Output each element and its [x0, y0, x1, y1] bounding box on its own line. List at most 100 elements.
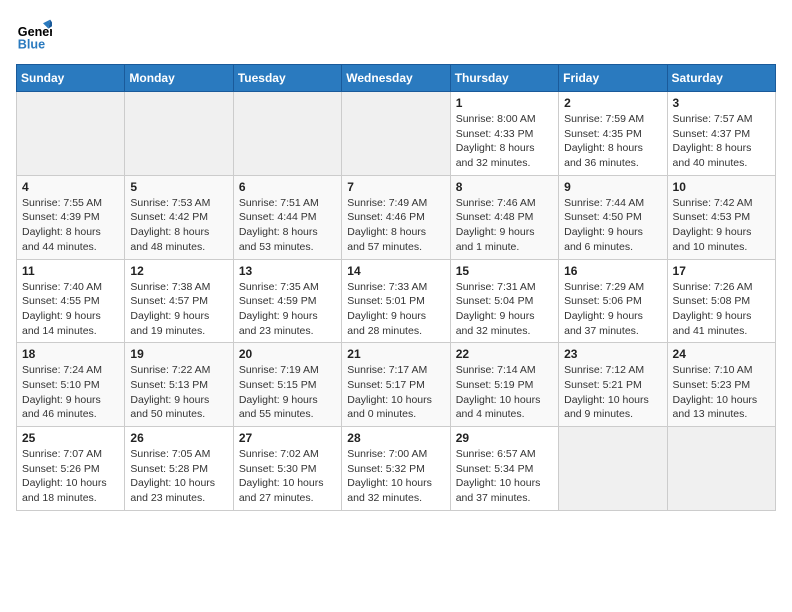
- day-number: 3: [673, 96, 770, 110]
- calendar-cell: 16 Sunrise: 7:29 AMSunset: 5:06 PMDayligh…: [559, 259, 667, 343]
- day-info: Sunrise: 7:00 AMSunset: 5:32 PMDaylight:…: [347, 447, 444, 506]
- day-number: 2: [564, 96, 661, 110]
- calendar-cell: 29 Sunrise: 6:57 AMSunset: 5:34 PMDayligh…: [450, 427, 558, 511]
- day-number: 1: [456, 96, 553, 110]
- calendar-cell: [342, 92, 450, 176]
- calendar-cell: 26 Sunrise: 7:05 AMSunset: 5:28 PMDayligh…: [125, 427, 233, 511]
- day-info: Sunrise: 7:33 AMSunset: 5:01 PMDaylight:…: [347, 280, 444, 339]
- calendar-cell: 11 Sunrise: 7:40 AMSunset: 4:55 PMDayligh…: [17, 259, 125, 343]
- day-info: Sunrise: 7:55 AMSunset: 4:39 PMDaylight:…: [22, 196, 119, 255]
- day-info: Sunrise: 7:26 AMSunset: 5:08 PMDaylight:…: [673, 280, 770, 339]
- weekday-header-wednesday: Wednesday: [342, 65, 450, 92]
- day-info: Sunrise: 7:57 AMSunset: 4:37 PMDaylight:…: [673, 112, 770, 171]
- logo: General Blue: [16, 16, 56, 52]
- day-number: 21: [347, 347, 444, 361]
- day-number: 22: [456, 347, 553, 361]
- day-number: 7: [347, 180, 444, 194]
- weekday-header-monday: Monday: [125, 65, 233, 92]
- day-info: Sunrise: 7:51 AMSunset: 4:44 PMDaylight:…: [239, 196, 336, 255]
- calendar-cell: 15Sunrise: 7:31 AMSunset: 5:04 PMDayligh…: [450, 259, 558, 343]
- day-info: Sunrise: 7:46 AMSunset: 4:48 PMDaylight:…: [456, 196, 553, 255]
- day-number: 23: [564, 347, 661, 361]
- calendar-week-5: 25 Sunrise: 7:07 AMSunset: 5:26 PMDayligh…: [17, 427, 776, 511]
- day-number: 25: [22, 431, 119, 445]
- day-info: Sunrise: 7:31 AMSunset: 5:04 PMDaylight:…: [456, 280, 553, 339]
- calendar-cell: 24 Sunrise: 7:10 AMSunset: 5:23 PMDayligh…: [667, 343, 775, 427]
- calendar-cell: 8 Sunrise: 7:46 AMSunset: 4:48 PMDaylight…: [450, 175, 558, 259]
- day-info: Sunrise: 7:19 AMSunset: 5:15 PMDaylight:…: [239, 363, 336, 422]
- calendar-cell: 21 Sunrise: 7:17 AMSunset: 5:17 PMDayligh…: [342, 343, 450, 427]
- day-info: Sunrise: 7:42 AMSunset: 4:53 PMDaylight:…: [673, 196, 770, 255]
- day-info: Sunrise: 7:05 AMSunset: 5:28 PMDaylight:…: [130, 447, 227, 506]
- day-number: 9: [564, 180, 661, 194]
- calendar-cell: 7 Sunrise: 7:49 AMSunset: 4:46 PMDaylight…: [342, 175, 450, 259]
- calendar-cell: 2 Sunrise: 7:59 AMSunset: 4:35 PMDaylight…: [559, 92, 667, 176]
- day-number: 24: [673, 347, 770, 361]
- weekday-header-thursday: Thursday: [450, 65, 558, 92]
- day-number: 18: [22, 347, 119, 361]
- day-number: 6: [239, 180, 336, 194]
- day-number: 11: [22, 264, 119, 278]
- calendar-cell: 19 Sunrise: 7:22 AMSunset: 5:13 PMDayligh…: [125, 343, 233, 427]
- day-number: 27: [239, 431, 336, 445]
- day-number: 12: [130, 264, 227, 278]
- day-info: Sunrise: 7:40 AMSunset: 4:55 PMDaylight:…: [22, 280, 119, 339]
- day-info: Sunrise: 7:22 AMSunset: 5:13 PMDaylight:…: [130, 363, 227, 422]
- day-info: Sunrise: 7:17 AMSunset: 5:17 PMDaylight:…: [347, 363, 444, 422]
- day-info: Sunrise: 7:38 AMSunset: 4:57 PMDaylight:…: [130, 280, 227, 339]
- day-number: 28: [347, 431, 444, 445]
- calendar-cell: [125, 92, 233, 176]
- calendar-cell: 5 Sunrise: 7:53 AMSunset: 4:42 PMDaylight…: [125, 175, 233, 259]
- calendar-cell: 6 Sunrise: 7:51 AMSunset: 4:44 PMDaylight…: [233, 175, 341, 259]
- day-info: Sunrise: 6:57 AMSunset: 5:34 PMDaylight:…: [456, 447, 553, 506]
- calendar-cell: 22 Sunrise: 7:14 AMSunset: 5:19 PMDayligh…: [450, 343, 558, 427]
- day-info: Sunrise: 7:29 AMSunset: 5:06 PMDaylight:…: [564, 280, 661, 339]
- day-number: 5: [130, 180, 227, 194]
- day-number: 26: [130, 431, 227, 445]
- svg-text:Blue: Blue: [18, 37, 45, 51]
- day-number: 29: [456, 431, 553, 445]
- calendar-cell: 1 Sunrise: 8:00 AMSunset: 4:33 PMDaylight…: [450, 92, 558, 176]
- calendar-cell: [559, 427, 667, 511]
- day-number: 14: [347, 264, 444, 278]
- calendar-week-3: 11 Sunrise: 7:40 AMSunset: 4:55 PMDayligh…: [17, 259, 776, 343]
- calendar-cell: 23 Sunrise: 7:12 AMSunset: 5:21 PMDayligh…: [559, 343, 667, 427]
- logo-icon: General Blue: [16, 16, 52, 52]
- day-info: Sunrise: 7:12 AMSunset: 5:21 PMDaylight:…: [564, 363, 661, 422]
- day-info: Sunrise: 7:35 AMSunset: 4:59 PMDaylight:…: [239, 280, 336, 339]
- day-number: 19: [130, 347, 227, 361]
- weekday-header-saturday: Saturday: [667, 65, 775, 92]
- day-number: 16: [564, 264, 661, 278]
- calendar-cell: 12 Sunrise: 7:38 AMSunset: 4:57 PMDayligh…: [125, 259, 233, 343]
- calendar-week-4: 18Sunrise: 7:24 AMSunset: 5:10 PMDayligh…: [17, 343, 776, 427]
- day-info: Sunrise: 7:14 AMSunset: 5:19 PMDaylight:…: [456, 363, 553, 422]
- weekday-header-tuesday: Tuesday: [233, 65, 341, 92]
- day-number: 10: [673, 180, 770, 194]
- calendar-week-1: 1 Sunrise: 8:00 AMSunset: 4:33 PMDaylight…: [17, 92, 776, 176]
- calendar-cell: 10 Sunrise: 7:42 AMSunset: 4:53 PMDayligh…: [667, 175, 775, 259]
- day-info: Sunrise: 7:53 AMSunset: 4:42 PMDaylight:…: [130, 196, 227, 255]
- day-info: Sunrise: 7:10 AMSunset: 5:23 PMDaylight:…: [673, 363, 770, 422]
- calendar-cell: 14 Sunrise: 7:33 AMSunset: 5:01 PMDayligh…: [342, 259, 450, 343]
- calendar-cell: 9 Sunrise: 7:44 AMSunset: 4:50 PMDaylight…: [559, 175, 667, 259]
- calendar-cell: 20Sunrise: 7:19 AMSunset: 5:15 PMDayligh…: [233, 343, 341, 427]
- calendar-cell: [667, 427, 775, 511]
- day-info: Sunrise: 7:07 AMSunset: 5:26 PMDaylight:…: [22, 447, 119, 506]
- calendar-cell: 17 Sunrise: 7:26 AMSunset: 5:08 PMDayligh…: [667, 259, 775, 343]
- calendar-week-2: 4 Sunrise: 7:55 AMSunset: 4:39 PMDaylight…: [17, 175, 776, 259]
- day-number: 4: [22, 180, 119, 194]
- calendar-table: SundayMondayTuesdayWednesdayThursdayFrid…: [16, 64, 776, 511]
- calendar-cell: 3 Sunrise: 7:57 AMSunset: 4:37 PMDaylight…: [667, 92, 775, 176]
- day-info: Sunrise: 7:49 AMSunset: 4:46 PMDaylight:…: [347, 196, 444, 255]
- day-info: Sunrise: 7:44 AMSunset: 4:50 PMDaylight:…: [564, 196, 661, 255]
- day-number: 17: [673, 264, 770, 278]
- calendar-cell: 25 Sunrise: 7:07 AMSunset: 5:26 PMDayligh…: [17, 427, 125, 511]
- day-number: 8: [456, 180, 553, 194]
- day-info: Sunrise: 7:59 AMSunset: 4:35 PMDaylight:…: [564, 112, 661, 171]
- calendar-cell: 4 Sunrise: 7:55 AMSunset: 4:39 PMDaylight…: [17, 175, 125, 259]
- calendar-cell: 13Sunrise: 7:35 AMSunset: 4:59 PMDayligh…: [233, 259, 341, 343]
- weekday-header-row: SundayMondayTuesdayWednesdayThursdayFrid…: [17, 65, 776, 92]
- calendar-cell: 27Sunrise: 7:02 AMSunset: 5:30 PMDayligh…: [233, 427, 341, 511]
- weekday-header-friday: Friday: [559, 65, 667, 92]
- day-info: Sunrise: 8:00 AMSunset: 4:33 PMDaylight:…: [456, 112, 553, 171]
